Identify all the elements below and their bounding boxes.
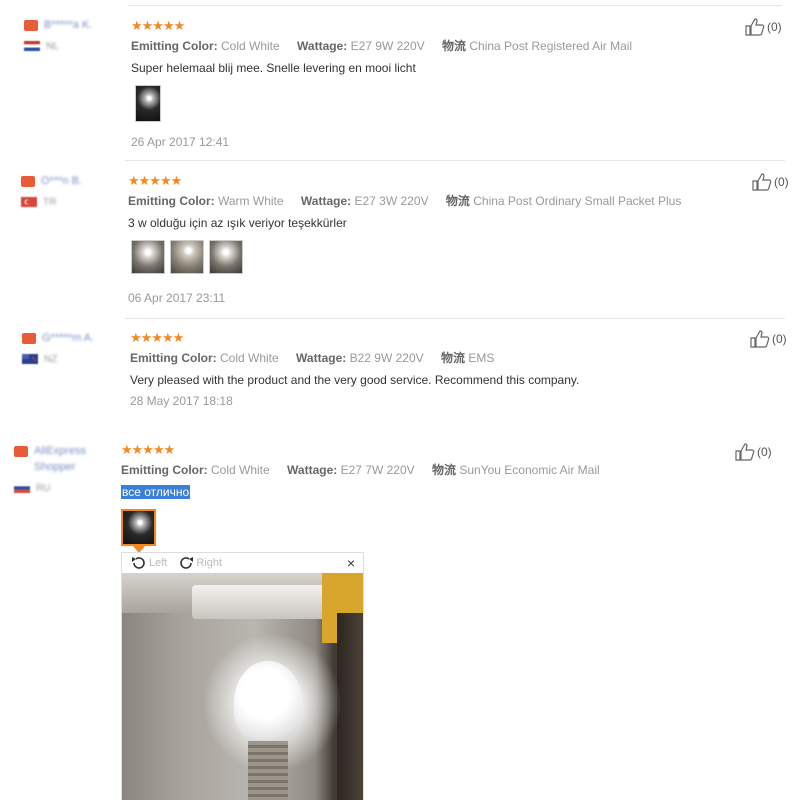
flag-nl-icon xyxy=(24,41,40,51)
shipping-label: 物流 xyxy=(432,463,457,477)
rotate-right-button[interactable]: Right xyxy=(177,555,222,571)
wattage-value: B22 9W 220V xyxy=(349,351,424,365)
thumbs-up-icon xyxy=(752,173,772,191)
shipping-value: SunYou Economic Air Mail xyxy=(459,463,600,477)
flag-ru-icon xyxy=(14,483,30,493)
emitting-color-value: Cold White xyxy=(221,39,280,53)
user-level-icon xyxy=(14,446,28,457)
emitting-color-label: Emitting Color: xyxy=(130,351,217,365)
wattage-label: Wattage: xyxy=(287,463,338,477)
star-rating: ★★★★★ xyxy=(131,18,185,33)
reviewer-country: NL xyxy=(46,40,59,52)
review-text: 3 w olduğu için az ışık veriyor teşekkür… xyxy=(128,216,347,230)
review-attributes: Emitting Color: Warm White Wattage: E27 … xyxy=(128,194,681,208)
flag-tr-icon xyxy=(21,197,37,207)
wattage-value: E27 7W 220V xyxy=(340,463,415,477)
review-attributes: Emitting Color: Cold White Wattage: B22 … xyxy=(130,351,494,365)
review-text: Very pleased with the product and the ve… xyxy=(130,373,580,387)
reviewer-name[interactable]: B*****a K. xyxy=(44,19,92,31)
review-date: 26 Apr 2017 12:41 xyxy=(131,135,230,149)
thumbs-up-icon xyxy=(735,443,755,461)
review-divider xyxy=(128,5,782,6)
reviewer-country: RU xyxy=(36,482,51,494)
review-date: 06 Apr 2017 23:11 xyxy=(128,291,226,305)
flag-nz-icon xyxy=(22,354,38,364)
reviewer-info: B*****a K. NL xyxy=(24,17,92,53)
star-rating: ★★★★★ xyxy=(121,442,175,457)
reviewer-name[interactable]: O***n B. xyxy=(41,175,82,187)
emitting-color-label: Emitting Color: xyxy=(121,463,208,477)
wattage-value: E27 9W 220V xyxy=(350,39,425,53)
review-photo-thumbnail[interactable] xyxy=(121,509,156,546)
emitting-color-value: Warm White xyxy=(218,194,284,208)
review-text: Super helemaal blij mee. Snelle levering… xyxy=(131,61,416,75)
helpful-button[interactable]: (0) xyxy=(735,443,772,461)
review-divider xyxy=(125,160,785,161)
helpful-count: (0) xyxy=(757,445,772,459)
wattage-label: Wattage: xyxy=(300,194,352,208)
wattage-value: E27 3W 220V xyxy=(354,194,429,208)
rotate-left-label: Left xyxy=(149,557,168,569)
review-date: 28 May 2017 18:18 xyxy=(130,394,233,408)
review-text: все отлично xyxy=(121,485,191,499)
helpful-count: (0) xyxy=(767,20,782,34)
shipping-label: 物流 xyxy=(442,39,467,53)
close-icon[interactable]: × xyxy=(347,555,355,571)
emitting-color-label: Emitting Color: xyxy=(128,194,215,208)
shipping-value: China Post Registered Air Mail xyxy=(469,39,633,53)
helpful-button[interactable]: (0) xyxy=(752,173,789,191)
reviewer-info: AliExpress Shopper RU xyxy=(14,443,114,495)
helpful-button[interactable]: (0) xyxy=(745,18,782,36)
rotate-right-icon xyxy=(180,557,194,569)
helpful-count: (0) xyxy=(774,175,789,189)
reviewer-info: G*****m A. NZ xyxy=(22,330,94,366)
star-rating: ★★★★★ xyxy=(128,173,182,188)
shipping-label: 物流 xyxy=(441,351,466,365)
helpful-button[interactable]: (0) xyxy=(750,330,787,348)
review-photo-thumbnail[interactable] xyxy=(209,240,243,274)
thumbs-up-icon xyxy=(750,330,770,348)
review-attributes: Emitting Color: Cold White Wattage: E27 … xyxy=(121,463,600,477)
reviewer-country: NZ xyxy=(44,353,58,365)
reviewer-name[interactable]: G*****m A. xyxy=(42,332,94,344)
review-photo-thumbnail[interactable] xyxy=(135,85,161,122)
wattage-label: Wattage: xyxy=(297,39,348,53)
shipping-value: EMS xyxy=(468,351,495,365)
reviewer-name[interactable]: AliExpress Shopper xyxy=(34,443,114,475)
reviewer-country: TR xyxy=(43,196,57,208)
shipping-label: 物流 xyxy=(445,194,470,208)
helpful-count: (0) xyxy=(772,332,787,346)
review-attributes: Emitting Color: Cold White Wattage: E27 … xyxy=(131,39,632,53)
review-photo-enlarged xyxy=(122,573,363,800)
review-photo-thumbnail[interactable] xyxy=(131,240,165,274)
image-viewer: Left Right × xyxy=(121,552,364,800)
reviewer-info: O***n B. TR xyxy=(21,173,82,209)
viewer-toolbar: Left Right × xyxy=(122,553,363,573)
shipping-value: China Post Ordinary Small Packet Plus xyxy=(473,194,682,208)
emitting-color-label: Emitting Color: xyxy=(131,39,218,53)
rotate-right-label: Right xyxy=(196,557,223,569)
user-level-icon xyxy=(24,19,38,31)
star-rating: ★★★★★ xyxy=(130,330,184,345)
user-level-icon xyxy=(22,332,36,344)
rotate-left-icon xyxy=(132,557,145,569)
user-level-icon xyxy=(21,175,35,187)
emitting-color-value: Cold White xyxy=(211,463,270,477)
emitting-color-value: Cold White xyxy=(220,351,279,365)
wattage-label: Wattage: xyxy=(296,351,347,365)
review-photo-thumbnail[interactable] xyxy=(170,240,204,274)
rotate-left-button[interactable]: Left xyxy=(130,555,167,571)
review-divider xyxy=(125,318,785,319)
thumbs-up-icon xyxy=(745,18,765,36)
